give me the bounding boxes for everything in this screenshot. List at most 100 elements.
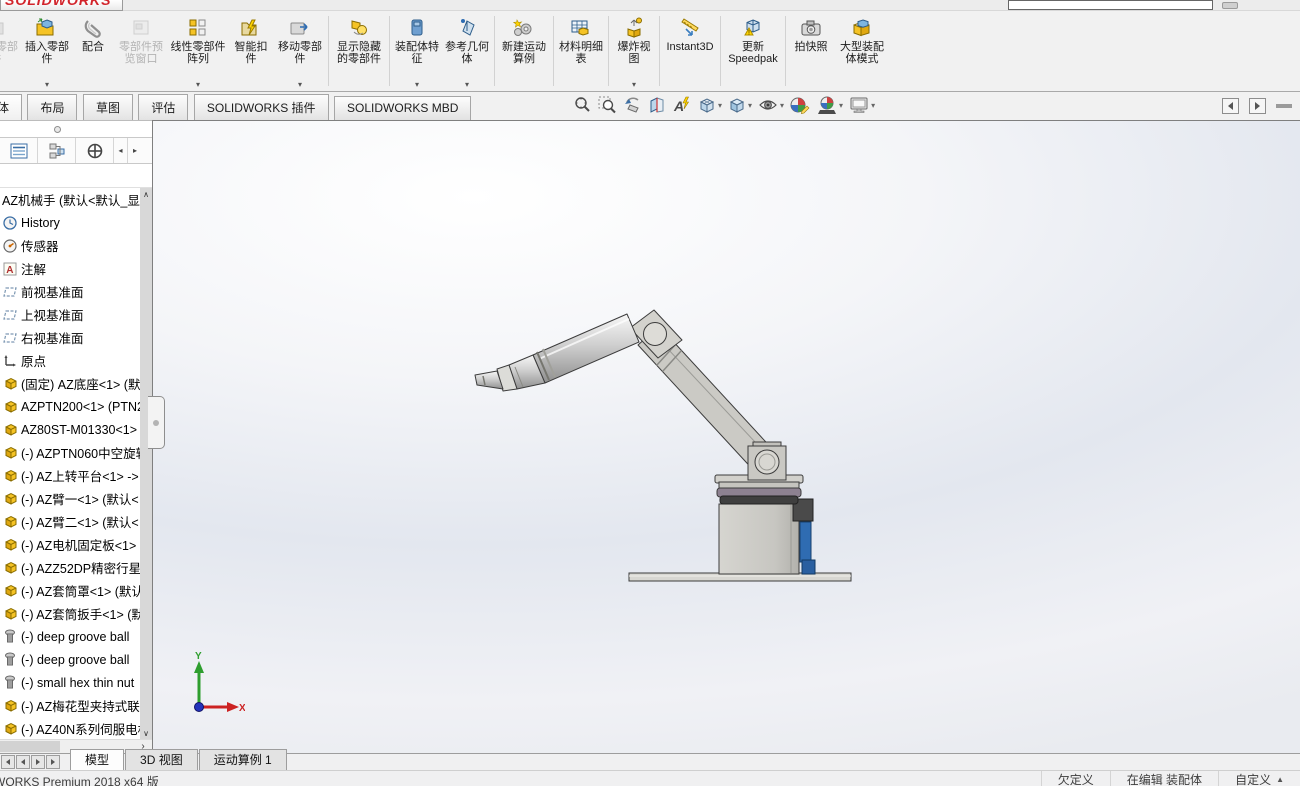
tree-item[interactable]: (-) AZ电机固定板<1>: [0, 533, 140, 556]
first-tab-button[interactable]: [1, 755, 15, 769]
tree-item[interactable]: 前视基准面: [0, 280, 140, 303]
tab-evaluate[interactable]: 评估: [138, 94, 189, 121]
view-orientation-button[interactable]: ▾: [697, 95, 722, 115]
take-snapshot-button[interactable]: 拍快照: [788, 11, 834, 91]
dropdown-caret-icon[interactable]: ▾: [196, 80, 200, 90]
previous-view-button[interactable]: [622, 95, 642, 115]
scroll-up-icon[interactable]: ∧: [140, 188, 152, 201]
dropdown-caret-icon[interactable]: ▾: [298, 80, 302, 90]
show-hidden-components-button[interactable]: 显示隐藏的零部件: [331, 11, 387, 91]
dropdown-caret-icon[interactable]: ▾: [415, 80, 419, 90]
tree-item[interactable]: (-) AZ臂二<1> (默认<: [0, 510, 140, 533]
next-tab-button[interactable]: [31, 755, 45, 769]
tree-item[interactable]: (-) AZZ52DP精密行星: [0, 556, 140, 579]
dropdown-caret-icon[interactable]: ▾: [748, 101, 752, 110]
edit-appearance-button[interactable]: [789, 95, 811, 115]
tree-item[interactable]: (-) AZPTN060中空旋转: [0, 441, 140, 464]
toolbar-separator: [494, 16, 495, 86]
scrollbar-thumb[interactable]: [0, 741, 60, 752]
dropdown-caret-icon[interactable]: ▾: [780, 101, 784, 110]
tree-item[interactable]: A 注解: [0, 257, 140, 280]
tab-model[interactable]: 模型: [70, 749, 125, 770]
dropdown-caret-icon[interactable]: ▾: [871, 101, 875, 110]
tree-display-pane[interactable]: [0, 165, 152, 188]
propertymanager-tab[interactable]: [38, 138, 76, 163]
tree-item[interactable]: (-) deep groove ball: [0, 648, 140, 671]
assembly-features-button[interactable]: 装配体特征 ▾: [392, 11, 442, 91]
tab-sketch[interactable]: 草图: [82, 94, 133, 121]
panel-pin-icon[interactable]: [54, 126, 61, 133]
tree-vertical-scrollbar[interactable]: ∧ ∨: [140, 188, 152, 740]
tree-item[interactable]: AZPTN200<1> (PTN2: [0, 395, 140, 418]
configurationmanager-tab[interactable]: [76, 138, 114, 163]
take-snapshot-icon: [799, 15, 823, 41]
previous-pane-button[interactable]: [1222, 98, 1239, 114]
tree-item[interactable]: 上视基准面: [0, 303, 140, 326]
dropdown-caret-icon[interactable]: ▾: [632, 80, 636, 90]
exploded-view-button[interactable]: 爆炸视图 ▾: [611, 11, 657, 91]
dropdown-caret-icon[interactable]: ▾: [45, 80, 49, 90]
update-speedpak-button[interactable]: ! 更新Speedpak: [723, 11, 783, 91]
tree-item[interactable]: (-) AZ上转平台<1> ->: [0, 464, 140, 487]
display-style-button[interactable]: ▾: [727, 95, 752, 115]
main-area: Y X ◂ ▸ AZ机械手 (默认<默认_显示 History 传感器 A 注解 …: [0, 120, 1300, 753]
tree-item[interactable]: (-) AZ40N系列伺服电机: [0, 717, 140, 740]
reference-geometry-button[interactable]: 参考几何体 ▾: [442, 11, 492, 91]
linear-pattern-button[interactable]: 线性零部件阵列 ▾: [168, 11, 228, 91]
tree-item[interactable]: 右视基准面: [0, 326, 140, 349]
manager-tab-left-icon[interactable]: ◂: [114, 138, 128, 163]
tree-item[interactable]: (-) AZ梅花型夹持式联轴: [0, 694, 140, 717]
apply-scene-button[interactable]: ▾: [816, 95, 843, 115]
insert-component-icon: [35, 15, 59, 41]
manager-tab-right-icon[interactable]: ▸: [128, 138, 142, 163]
tree-item[interactable]: (固定) AZ底座<1> (默认: [0, 372, 140, 395]
last-tab-button[interactable]: [46, 755, 60, 769]
tree-root-assembly[interactable]: AZ机械手 (默认<默认_显示: [0, 188, 140, 211]
previous-tab-button[interactable]: [16, 755, 30, 769]
move-component-button[interactable]: 移动零部件 ▾: [274, 11, 326, 91]
featuremanager-tab[interactable]: [0, 138, 38, 163]
search-input[interactable]: [1008, 0, 1213, 10]
tree-item[interactable]: (-) deep groove ball: [0, 625, 140, 648]
tree-item[interactable]: (-) AZ套筒扳手<1> (默: [0, 602, 140, 625]
tab-assembly[interactable]: 装配体: [0, 94, 23, 121]
tab-motion-study-1[interactable]: 运动算例 1: [198, 749, 287, 770]
instant3d-button[interactable]: Instant3D: [662, 11, 718, 91]
bill-of-materials-button[interactable]: 材料明细表: [556, 11, 606, 91]
tree-item[interactable]: History: [0, 211, 140, 234]
smart-fasteners-button[interactable]: 智能扣件: [228, 11, 274, 91]
tree-item[interactable]: (-) AZ臂一<1> (默认<: [0, 487, 140, 510]
annotation-visibility-button[interactable]: A: [672, 95, 692, 115]
tree-item[interactable]: 原点: [0, 349, 140, 372]
zoom-to-area-button[interactable]: [597, 95, 617, 115]
toolbar-separator: [720, 16, 721, 86]
section-view-button[interactable]: [647, 95, 667, 115]
tab-3d-views[interactable]: 3D 视图: [125, 749, 198, 770]
view-settings-button[interactable]: ▾: [848, 95, 875, 115]
status-custom[interactable]: 自定义 ▲: [1218, 771, 1300, 786]
dropdown-caret-icon[interactable]: ▾: [465, 80, 469, 90]
hide-show-items-button[interactable]: ▾: [757, 95, 784, 115]
next-pane-button[interactable]: [1249, 98, 1266, 114]
panel-splitter-handle[interactable]: [148, 396, 165, 449]
mate-button[interactable]: 配合: [72, 11, 114, 91]
tree-item[interactable]: (-) AZ套筒罩<1> (默认: [0, 579, 140, 602]
expand-triangle-icon[interactable]: ▲: [1276, 775, 1284, 784]
zoom-to-fit-button[interactable]: [572, 95, 592, 115]
tab-layout[interactable]: 布局: [27, 94, 78, 121]
new-motion-study-button[interactable]: 新建运动算例: [497, 11, 551, 91]
tree-item[interactable]: (-) small hex thin nut: [0, 671, 140, 694]
robot-arm-model[interactable]: [461, 301, 891, 601]
dropdown-caret-icon[interactable]: ▾: [839, 101, 843, 110]
help-icon[interactable]: [1222, 2, 1238, 9]
collapse-ribbon-icon[interactable]: [1276, 104, 1292, 108]
dropdown-caret-icon[interactable]: ▾: [718, 101, 722, 110]
insert-component-button[interactable]: 插入零部件 ▾: [22, 11, 72, 91]
tree-item[interactable]: AZ80ST-M01330<1>: [0, 418, 140, 441]
large-assembly-mode-button[interactable]: 大型装配体模式: [834, 11, 890, 91]
tab-solidworks-mbd[interactable]: SOLIDWORKS MBD: [334, 96, 472, 120]
svg-text:A: A: [673, 98, 684, 114]
tree-item[interactable]: 传感器: [0, 234, 140, 257]
tab-solidworks-addins[interactable]: SOLIDWORKS 插件: [193, 94, 329, 121]
graphics-viewport[interactable]: Y X: [152, 120, 1300, 753]
